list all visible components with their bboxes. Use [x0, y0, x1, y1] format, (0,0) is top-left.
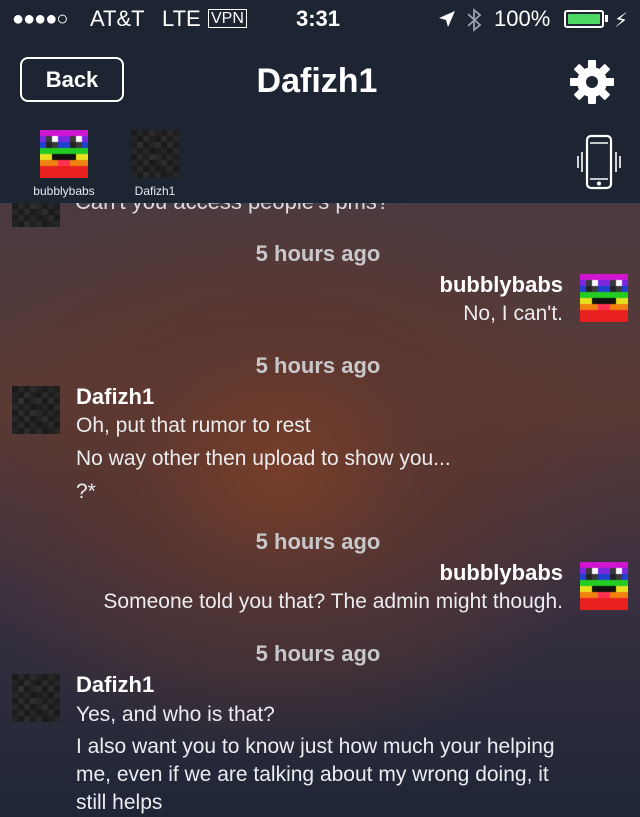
dafizh1-avatar — [12, 386, 60, 434]
message-text: me, even if we are talking about my wron… — [76, 763, 549, 786]
message-text: Someone told you that? The admin might t… — [103, 590, 563, 613]
signal-strength: ●●●●○ — [12, 8, 68, 30]
vpn-badge: VPN — [208, 9, 247, 28]
participant-dafizh1[interactable]: Dafizh1 — [115, 130, 195, 198]
sender-name: Dafizh1 — [76, 672, 155, 697]
sender-name: bubblybabs — [439, 560, 563, 585]
message-text: still helps — [76, 791, 163, 814]
dafizh1-avatar — [12, 674, 60, 722]
bubblybabs-avatar — [580, 562, 628, 610]
gear-icon[interactable] — [568, 58, 616, 106]
location-arrow-icon — [439, 11, 455, 27]
message-text: Oh, put that rumor to rest — [76, 414, 311, 437]
message-text: ?* — [76, 480, 96, 503]
bubblybabs-avatar — [580, 274, 628, 322]
message-text: Can't you access people's pms? — [75, 203, 389, 215]
battery-icon — [564, 10, 604, 28]
message-text: No way other then upload to show you... — [76, 447, 451, 470]
status-time: 3:31 — [296, 6, 341, 31]
battery-nub — [605, 15, 608, 22]
message-list[interactable]: Can't you access people's pms? 5 hours a… — [0, 203, 640, 817]
battery-percent: 100% — [494, 6, 551, 31]
message-text: I also want you to know just how much yo… — [76, 735, 555, 758]
network-type: LTE — [162, 6, 201, 31]
header: ●●●●○ AT&T LTE VPN 3:31 100% ⚡︎ Back Daf… — [0, 0, 640, 204]
dafizh1-avatar — [12, 203, 60, 227]
participant-name: bubblybabs — [33, 184, 95, 198]
sender-name: bubblybabs — [439, 272, 563, 297]
dafizh1-avatar — [131, 130, 179, 178]
bubblybabs-avatar — [40, 130, 88, 178]
participant-bubblybabs[interactable]: bubblybabs — [24, 130, 104, 198]
carrier-label: AT&T — [90, 6, 145, 31]
message-text: No, I can't. — [463, 302, 563, 325]
message-text: Yes, and who is that? — [76, 703, 275, 726]
sender-name: Dafizh1 — [76, 384, 155, 409]
page-title: Dafizh1 — [256, 62, 378, 100]
battery-fill — [568, 14, 600, 24]
timestamp: 5 hours ago — [255, 241, 381, 266]
timestamp: 5 hours ago — [255, 529, 381, 554]
timestamp: 5 hours ago — [255, 641, 381, 666]
phone-vibrate-icon[interactable] — [576, 134, 622, 190]
charging-bolt-icon: ⚡︎ — [614, 10, 629, 32]
bluetooth-icon — [467, 8, 482, 32]
participant-name: Dafizh1 — [134, 184, 176, 198]
timestamp: 5 hours ago — [255, 353, 381, 378]
